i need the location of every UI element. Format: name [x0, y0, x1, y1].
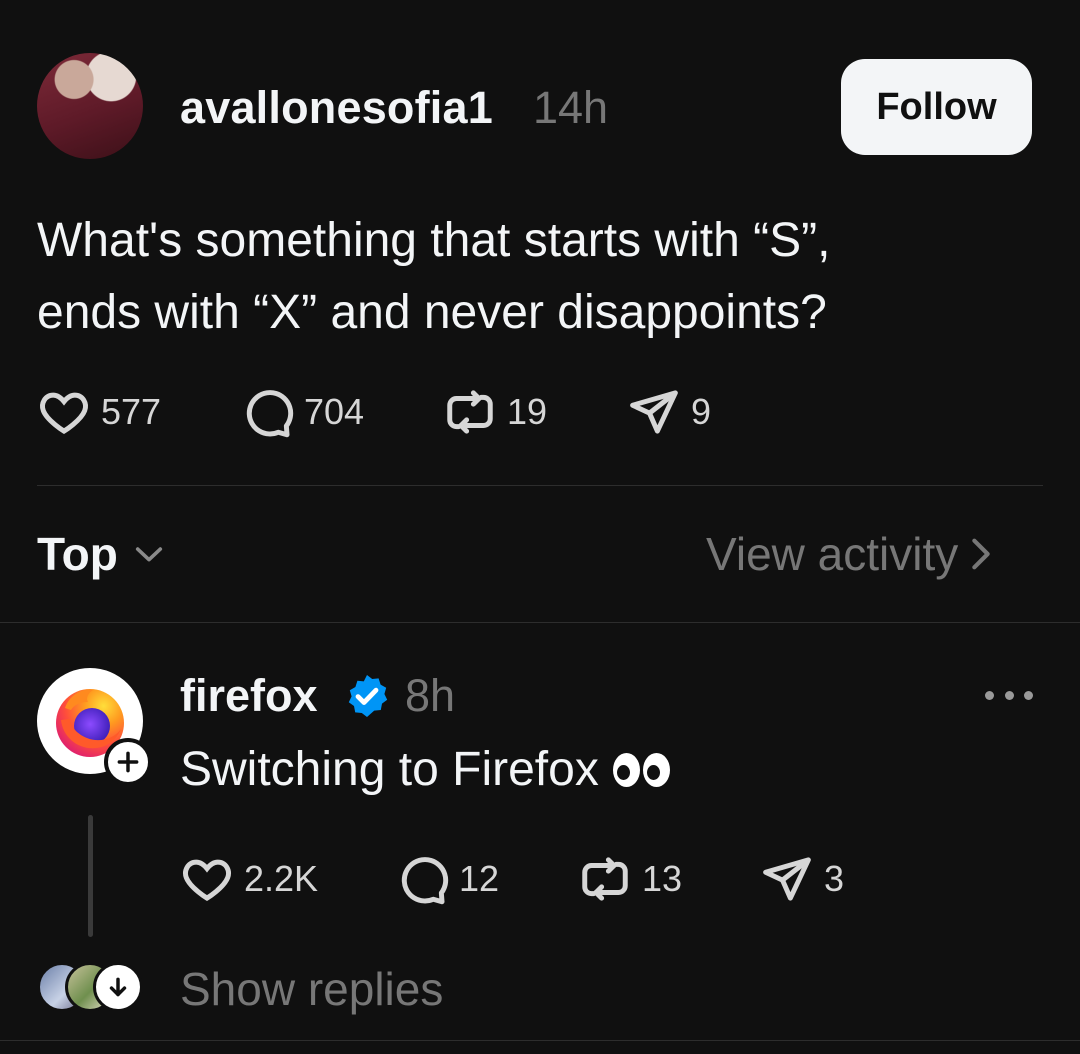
comment-icon	[246, 390, 294, 438]
plus-icon	[117, 751, 139, 773]
repost-button[interactable]: 19	[443, 385, 547, 439]
repost-icon	[582, 857, 628, 901]
send-icon	[763, 857, 811, 901]
view-activity-link[interactable]: View activity	[706, 527, 996, 581]
send-icon	[630, 390, 678, 434]
reply-count: 704	[304, 391, 365, 432]
share-button[interactable]: 9	[627, 385, 711, 439]
reply-text-row: Switching to Firefox	[180, 742, 673, 797]
reply-count: 12	[459, 858, 500, 899]
dot	[1004, 690, 1014, 700]
reply-author-username[interactable]: firefox	[180, 670, 318, 722]
reply-repost-button[interactable]: 13	[578, 852, 682, 906]
repost-icon	[447, 390, 493, 434]
divider	[0, 622, 1080, 623]
replier-avatars[interactable]	[37, 962, 147, 1012]
reply-share-button[interactable]: 3	[760, 852, 844, 906]
expand-replies-button[interactable]	[93, 962, 143, 1012]
more-options-button[interactable]	[985, 685, 1033, 705]
sort-label: Top	[37, 528, 118, 580]
share-count: 3	[824, 858, 845, 899]
show-replies-link[interactable]: Show replies	[180, 962, 443, 1016]
author-username[interactable]: avallonesofia1	[180, 82, 493, 134]
sort-dropdown[interactable]: Top	[37, 527, 166, 581]
eyes-emoji-icon	[612, 752, 673, 787]
chevron-right-icon	[972, 538, 990, 570]
reply-like-button[interactable]: 2.2K	[180, 852, 318, 906]
like-count: 2.2K	[244, 858, 319, 899]
reply-text: Switching to Firefox	[180, 743, 599, 796]
post-text-line-1: What's something that starts with “S”,	[37, 214, 831, 267]
reply-button[interactable]: 704	[240, 385, 364, 439]
share-count: 9	[691, 391, 712, 432]
heart-icon	[183, 859, 231, 902]
thread-line	[88, 815, 93, 937]
chevron-down-icon	[135, 547, 162, 562]
verified-badge-icon	[348, 675, 388, 717]
follow-button[interactable]: Follow	[841, 59, 1032, 155]
repost-count: 13	[642, 858, 683, 899]
arrow-down-icon	[109, 977, 127, 997]
eye	[612, 752, 640, 787]
comment-icon	[401, 857, 449, 905]
divider	[37, 485, 1043, 486]
dot	[1024, 690, 1033, 700]
view-activity-label: View activity	[706, 528, 959, 580]
heart-icon	[40, 392, 88, 435]
author-avatar[interactable]	[37, 53, 143, 159]
like-count: 577	[101, 391, 162, 432]
follow-plus-button[interactable]	[104, 738, 152, 786]
reply-timestamp: 8h	[405, 670, 456, 721]
dot	[985, 690, 994, 700]
post-timestamp: 14h	[533, 82, 609, 133]
reply-reply-button[interactable]: 12	[395, 852, 499, 906]
repost-count: 19	[507, 391, 548, 432]
eye	[642, 752, 670, 787]
like-button[interactable]: 577	[37, 385, 161, 439]
divider	[0, 1040, 1080, 1041]
post-text: What's something that starts with “S”, e…	[37, 205, 1037, 349]
post-text-line-2: ends with “X” and never disappoints?	[37, 286, 827, 339]
